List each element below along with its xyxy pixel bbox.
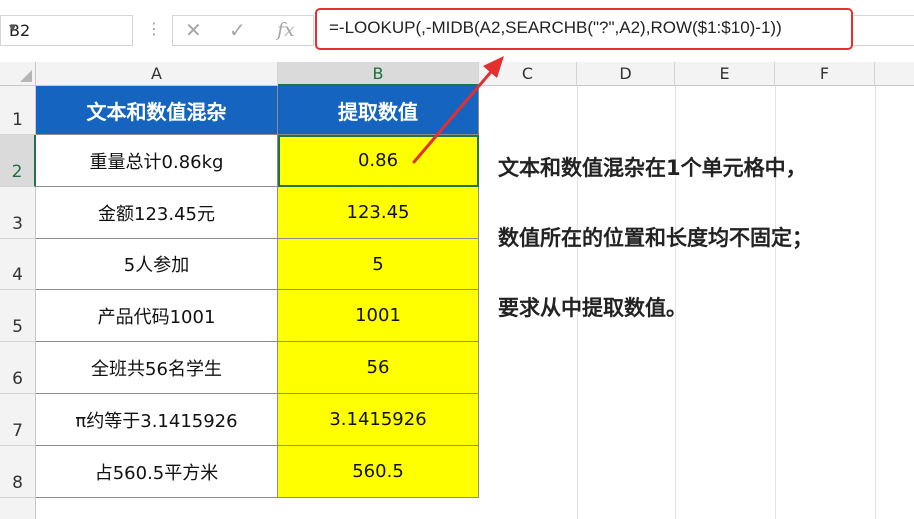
select-all-corner[interactable] [0, 62, 36, 86]
cell-a8[interactable]: 占560.5平方米 [36, 446, 278, 498]
cell-b8[interactable]: 560.5 [278, 446, 479, 498]
formula-input[interactable]: =-LOOKUP(,-MIDB(A2,SEARCHB("?",A2),ROW($… [315, 8, 853, 50]
row-header-5[interactable]: 5 [0, 290, 36, 342]
row-header-2[interactable]: 2 [0, 135, 36, 187]
column-header-c[interactable]: C [479, 62, 577, 86]
note-line-2: 数值所在的位置和长度均不固定； [498, 226, 813, 250]
table-header-value[interactable]: 提取数值 [278, 86, 479, 135]
column-header-d[interactable]: D [577, 62, 675, 86]
row-header-3[interactable]: 3 [0, 187, 36, 239]
cell-b4[interactable]: 5 [278, 239, 479, 290]
insert-function-icon[interactable]: fx [277, 19, 295, 41]
table-header-text[interactable]: 文本和数值混杂 [36, 86, 278, 135]
chevron-down-icon[interactable]: ▾ [9, 20, 124, 36]
row-header-4[interactable]: 4 [0, 239, 36, 290]
more-options-icon[interactable]: ⋮ [146, 19, 162, 38]
column-header-f[interactable]: F [775, 62, 875, 86]
column-header-a[interactable]: A [36, 62, 278, 86]
note-line-3: 要求从中提取数值。 [498, 296, 687, 320]
cell-a4[interactable]: 5人参加 [36, 239, 278, 290]
row-header-8[interactable]: 8 [0, 446, 36, 498]
cell-b7[interactable]: 3.1415926 [278, 394, 479, 446]
cell-b5[interactable]: 1001 [278, 290, 479, 342]
formula-actions: ✕ ✓ fx [172, 15, 314, 46]
row-header-9[interactable] [0, 498, 36, 519]
column-header-e[interactable]: E [675, 62, 775, 86]
row-header-1[interactable]: 1 [0, 86, 36, 135]
formula-bar: B2 ▾ ⋮ ✕ ✓ fx =-LOOKUP(,-MIDB(A2,SEARCHB… [0, 0, 914, 62]
cell-a6[interactable]: 全班共56名学生 [36, 342, 278, 394]
formula-text: =-LOOKUP(,-MIDB(A2,SEARCHB("?",A2),ROW($… [329, 18, 782, 37]
row-header-7[interactable]: 7 [0, 394, 36, 446]
cell-b6[interactable]: 56 [278, 342, 479, 394]
cell-a7[interactable]: π约等于3.1415926 [36, 394, 278, 446]
gridline [775, 86, 776, 519]
cell-a3[interactable]: 金额123.45元 [36, 187, 278, 239]
name-box[interactable]: B2 ▾ [0, 15, 133, 46]
cell-a2[interactable]: 重量总计0.86kg [36, 135, 278, 187]
formula-bar-extension [853, 15, 914, 46]
column-header-g[interactable] [875, 62, 914, 86]
cancel-icon[interactable]: ✕ [185, 18, 202, 42]
cell-b3[interactable]: 123.45 [278, 187, 479, 239]
row-header-6[interactable]: 6 [0, 342, 36, 394]
note-line-1: 文本和数值混杂在1个单元格中， [498, 156, 807, 180]
cell-b2[interactable]: 0.86 [278, 135, 479, 187]
cell-a5[interactable]: 产品代码1001 [36, 290, 278, 342]
confirm-icon[interactable]: ✓ [229, 18, 246, 42]
column-header-b[interactable]: B [278, 62, 479, 86]
gridline [875, 86, 876, 519]
